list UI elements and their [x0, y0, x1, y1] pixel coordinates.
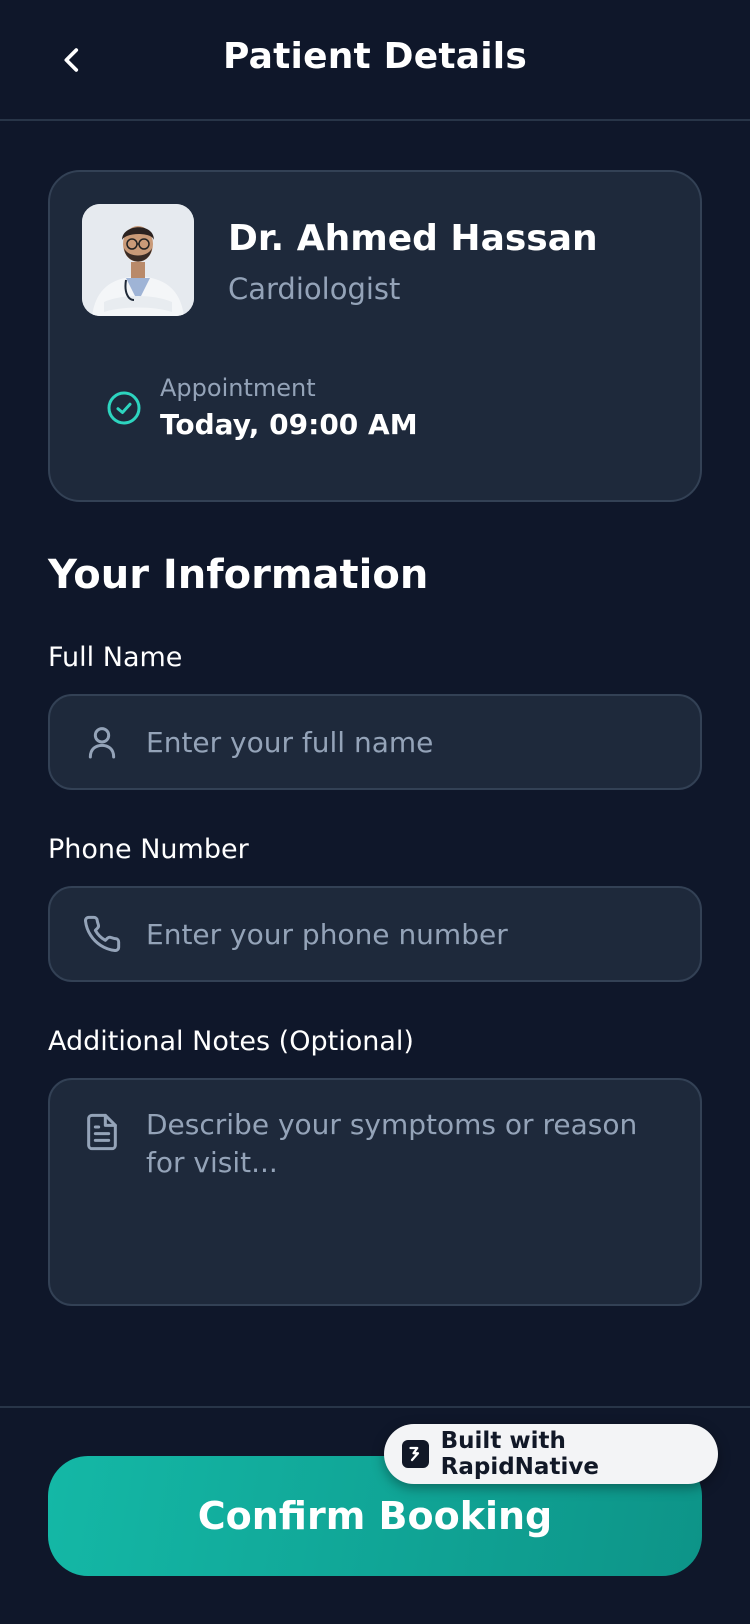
- check-circle-icon: [107, 391, 141, 425]
- document-icon: [87, 1113, 117, 1151]
- appointment-time: Today, 09:00 AM: [160, 408, 418, 441]
- page-title: Patient Details: [223, 36, 527, 77]
- footer-divider: [0, 1406, 750, 1408]
- full-name-input[interactable]: [146, 696, 680, 788]
- full-name-field[interactable]: [48, 694, 702, 790]
- phone-field[interactable]: [48, 886, 702, 982]
- doctor-avatar: [82, 204, 194, 316]
- doctor-name: Dr. Ahmed Hassan: [228, 218, 598, 259]
- rapidnative-badge[interactable]: Built with RapidNative: [384, 1424, 718, 1484]
- full-name-label: Full Name: [48, 642, 183, 673]
- section-title: Your Information: [48, 552, 429, 598]
- user-icon: [88, 727, 116, 759]
- rapidnative-logo-icon: [402, 1440, 429, 1468]
- phone-input[interactable]: [146, 888, 680, 980]
- doctor-card: Dr. Ahmed Hassan Cardiologist Appointmen…: [48, 170, 702, 502]
- doctor-specialty: Cardiologist: [228, 272, 401, 306]
- badge-label: Built with RapidNative: [440, 1428, 599, 1480]
- appointment-label: Appointment: [160, 374, 316, 402]
- notes-textarea[interactable]: [146, 1106, 680, 1286]
- notes-label: Additional Notes (Optional): [48, 1026, 414, 1057]
- phone-label: Phone Number: [48, 834, 249, 865]
- phone-icon: [84, 915, 121, 952]
- notes-field[interactable]: [48, 1078, 702, 1306]
- header: Patient Details: [0, 0, 750, 121]
- patient-details-screen: Patient Details Dr. Ahmed Hassan Cardiol…: [0, 0, 750, 1624]
